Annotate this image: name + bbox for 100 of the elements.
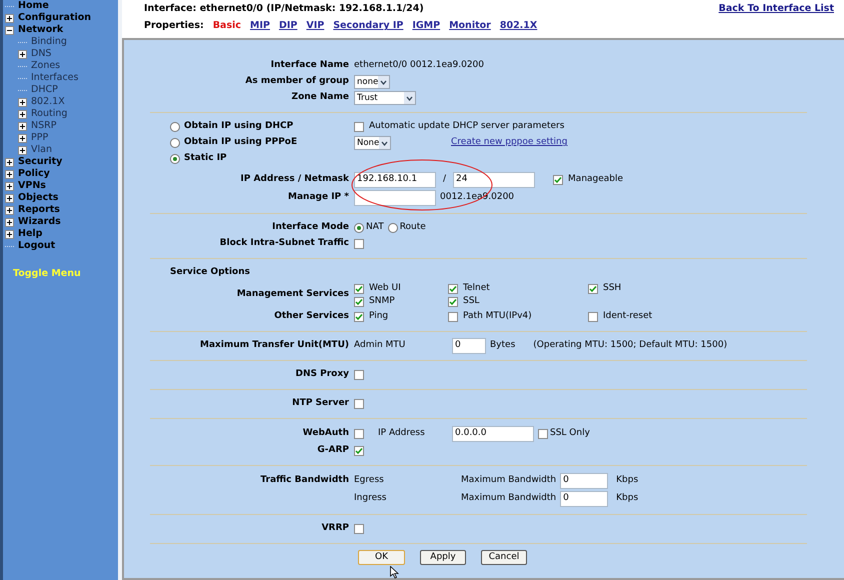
- input-field[interactable]: 0: [560, 472, 608, 488]
- property-tab[interactable]: DIP: [278, 19, 298, 34]
- menu-item[interactable]: Configuration: [18, 10, 92, 26]
- menu-item[interactable]: DNS: [31, 46, 52, 62]
- property-tab[interactable]: MIP: [250, 19, 270, 34]
- input-field[interactable]: 0: [452, 338, 486, 354]
- checkbox[interactable]: [588, 284, 598, 294]
- direction-label: Ingress: [354, 492, 386, 503]
- menu-item[interactable]: Security: [18, 154, 62, 170]
- menu-item[interactable]: Vlan: [31, 142, 52, 158]
- radio-button[interactable]: [354, 223, 364, 233]
- expand-icon[interactable]: [18, 122, 27, 130]
- expand-icon[interactable]: [5, 14, 14, 22]
- expand-icon[interactable]: [18, 98, 27, 106]
- radio-button[interactable]: [170, 122, 180, 132]
- checkbox[interactable]: [448, 284, 458, 294]
- input-field[interactable]: 192.168.10.1: [354, 172, 436, 188]
- menu-item[interactable]: NSRP: [31, 118, 56, 134]
- unit-label: Bytes: [490, 338, 516, 352]
- form-button[interactable]: Cancel: [481, 550, 527, 564]
- menu-item[interactable]: Logout: [18, 238, 56, 254]
- field-label: NTP Server: [292, 396, 349, 410]
- create-pppoe-link[interactable]: Create new pppoe setting: [451, 136, 568, 150]
- property-tab[interactable]: 802.1X: [500, 19, 538, 34]
- menu-item[interactable]: Routing: [31, 106, 68, 122]
- property-tab[interactable]: Basic: [212, 19, 242, 34]
- radio-button[interactable]: [388, 223, 398, 233]
- checkbox-label: SSL: [463, 295, 480, 308]
- field-label: Other Services: [274, 310, 349, 323]
- back-link[interactable]: Back To Interface List: [718, 2, 834, 17]
- caret-icon: [406, 96, 413, 100]
- checkbox[interactable]: [354, 524, 364, 534]
- property-tab[interactable]: IGMP: [412, 19, 440, 34]
- radio-button[interactable]: [170, 138, 180, 148]
- checkbox[interactable]: [354, 370, 364, 380]
- menu-item[interactable]: Policy: [18, 166, 50, 182]
- checkbox-label: Path MTU(IPv4): [463, 310, 532, 324]
- radio-button[interactable]: [170, 154, 180, 164]
- input-field[interactable]: 0: [560, 490, 608, 506]
- form-button[interactable]: OK: [358, 550, 405, 564]
- separator: /: [442, 173, 448, 186]
- checkbox[interactable]: [354, 239, 364, 249]
- checkbox[interactable]: [354, 296, 364, 307]
- dropdown[interactable]: none: [354, 75, 390, 89]
- property-tab[interactable]: Monitor: [449, 19, 491, 34]
- menu-item[interactable]: Network: [18, 22, 64, 38]
- input-field[interactable]: 0.0.0.0: [452, 426, 534, 442]
- menu-item[interactable]: Reports: [18, 202, 60, 218]
- field-label: Interface Name: [270, 59, 349, 72]
- field-label: Traffic Bandwidth: [260, 474, 349, 487]
- menu-item[interactable]: PPP: [31, 130, 48, 146]
- menu-item[interactable]: 802.1X: [31, 94, 65, 110]
- field-label: Zone Name: [292, 91, 349, 104]
- checkbox[interactable]: [553, 175, 564, 185]
- field-label: WebAuth: [302, 426, 349, 440]
- checkbox[interactable]: [354, 284, 364, 294]
- radio-label: Obtain IP using DHCP: [184, 120, 294, 134]
- radio-label: Static IP: [184, 152, 227, 166]
- menu-item[interactable]: VPNs: [18, 178, 46, 194]
- expand-icon[interactable]: [18, 50, 27, 58]
- menu-item[interactable]: Interfaces: [31, 70, 78, 86]
- expand-icon[interactable]: [5, 218, 14, 226]
- menu-item[interactable]: Objects: [18, 190, 58, 206]
- expand-icon[interactable]: [5, 182, 14, 190]
- checkbox[interactable]: [354, 446, 364, 456]
- checkbox[interactable]: [354, 312, 364, 322]
- checkbox[interactable]: [354, 428, 364, 438]
- expand-icon[interactable]: [18, 110, 27, 118]
- menu-item[interactable]: Wizards: [18, 214, 61, 230]
- input-field[interactable]: 24: [453, 172, 536, 188]
- interface-name-value: ethernet0/0 0012.1ea9.0200: [354, 59, 484, 72]
- expand-icon[interactable]: [5, 230, 14, 238]
- menu-item[interactable]: Zones: [31, 58, 60, 74]
- menu-item[interactable]: Home: [18, 0, 49, 14]
- menu-item[interactable]: Binding: [31, 34, 67, 50]
- expand-icon[interactable]: [5, 158, 14, 166]
- checkbox[interactable]: [538, 428, 548, 438]
- field-label: VRRP: [322, 522, 349, 535]
- expand-icon[interactable]: [18, 146, 27, 154]
- dropdown[interactable]: Trust: [354, 91, 416, 105]
- checkbox[interactable]: [354, 398, 364, 408]
- checkbox[interactable]: [354, 122, 364, 132]
- expand-icon[interactable]: [5, 170, 14, 178]
- checkbox[interactable]: [588, 312, 598, 322]
- expand-icon[interactable]: [5, 206, 14, 214]
- input-field[interactable]: [354, 190, 436, 206]
- unit-label: Kbps: [616, 474, 638, 487]
- field-label: IP Address / Netmask: [240, 173, 349, 186]
- property-tab[interactable]: VIP: [306, 19, 324, 34]
- collapse-icon[interactable]: [5, 26, 14, 34]
- form-button[interactable]: Apply: [420, 550, 466, 564]
- checkbox[interactable]: [448, 296, 458, 307]
- expand-icon[interactable]: [5, 194, 14, 202]
- menu-item[interactable]: Help: [18, 226, 42, 242]
- menu-item[interactable]: DHCP: [31, 82, 58, 98]
- property-tab[interactable]: Secondary IP: [333, 19, 404, 34]
- expand-icon[interactable]: [18, 134, 27, 142]
- field-sublabel: Maximum Bandwidth: [461, 492, 556, 505]
- dropdown[interactable]: None: [354, 136, 391, 150]
- checkbox[interactable]: [448, 312, 458, 322]
